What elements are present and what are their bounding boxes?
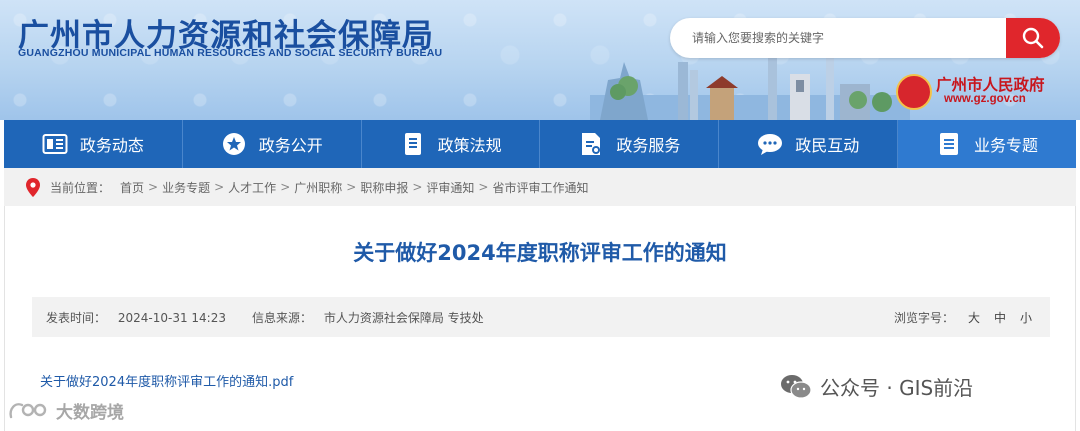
font-size-large-button[interactable]: 大 — [968, 309, 980, 326]
nav-label: 政策法规 — [437, 136, 502, 155]
nav-item-interaction[interactable]: 政民互动 — [719, 120, 899, 168]
nav-label: 政务公开 — [258, 136, 323, 155]
site-header: 广州市人力资源和社会保障局 GUANGZHOU MUNICIPAL HUMAN … — [0, 0, 1080, 120]
font-size-label: 浏览字号： — [893, 310, 954, 325]
national-emblem-icon[interactable] — [896, 74, 932, 110]
font-size-small-button[interactable]: 小 — [1020, 309, 1032, 326]
corner-watermark-text: 大数跨境 — [56, 403, 124, 423]
nav-item-policies[interactable]: 政策法规 — [362, 120, 541, 168]
nav-item-services[interactable]: 政务服务 — [540, 120, 720, 168]
chat-bubble-icon — [757, 131, 783, 157]
star-circle-icon — [221, 131, 247, 157]
breadcrumb-item-talent[interactable]: 人才工作 — [228, 179, 276, 196]
breadcrumb-item-topics[interactable]: 业务专题 — [162, 179, 210, 196]
publish-time-group: 发表时间： 2024-10-31 14:23 — [46, 309, 226, 326]
breadcrumb-separator: > — [214, 180, 225, 194]
breadcrumb-separator: > — [148, 180, 159, 194]
wechat-watermark: 公众号 · GIS前沿 — [780, 372, 973, 401]
nav-item-news[interactable]: 政务动态 — [4, 120, 183, 168]
source-group: 信息来源： 市人力资源社会保障局 专技处 — [252, 309, 484, 326]
search-button[interactable] — [1006, 18, 1060, 58]
search-icon — [1022, 27, 1044, 49]
font-size-medium-button[interactable]: 中 — [994, 309, 1006, 326]
service-doc-icon — [578, 131, 604, 157]
breadcrumb-item-review-notices[interactable]: 评审通知 — [426, 179, 474, 196]
location-pin-icon — [26, 177, 40, 197]
breadcrumb-separator: > — [346, 180, 357, 194]
nav-label: 政民互动 — [795, 136, 860, 155]
breadcrumb-item-gz-titles[interactable]: 广州职称 — [294, 179, 342, 196]
breadcrumb-prefix: 当前位置： — [50, 180, 111, 195]
document-list-icon — [400, 131, 426, 157]
font-size-group: 浏览字号： 大 中 小 — [894, 297, 1032, 337]
source-label: 信息来源： — [251, 310, 312, 325]
article-meta-bar: 发表时间： 2024-10-31 14:23 信息来源： 市人力资源社会保障局 … — [32, 297, 1050, 337]
publish-time-label: 发表时间： — [46, 310, 107, 325]
wechat-icon — [781, 374, 812, 399]
gov-portal-url[interactable]: www.gz.gov.cn — [944, 93, 1026, 105]
article-title: 关于做好2024年度职称评审工作的通知 — [353, 241, 727, 265]
nav-item-disclosure[interactable]: 政务公开 — [183, 120, 362, 168]
publish-time-value: 2024-10-31 14:23 — [117, 310, 226, 325]
topic-doc-icon — [936, 131, 962, 157]
source-value: 市人力资源社会保障局 专技处 — [323, 310, 484, 325]
search-box — [670, 18, 1060, 58]
corner-watermark: 大数跨境 — [8, 398, 124, 423]
search-input[interactable] — [692, 18, 992, 58]
breadcrumb-separator: > — [280, 180, 291, 194]
gov-portal-name[interactable]: 广州市人民政府 — [936, 73, 1045, 95]
breadcrumb-item-current[interactable]: 省市评审工作通知 — [492, 179, 588, 196]
breadcrumb-item-title-application[interactable]: 职称申报 — [360, 179, 408, 196]
main-nav: 政务动态 政务公开 政策法规 政务服务 政民互动 业务专题 — [4, 120, 1076, 168]
breadcrumb-separator: > — [478, 180, 489, 194]
attachment-pdf-link[interactable]: 关于做好2024年度职称评审工作的通知.pdf — [40, 371, 293, 390]
nav-label: 业务专题 — [974, 136, 1039, 155]
nav-label: 政务动态 — [79, 136, 144, 155]
nav-item-topics[interactable]: 业务专题 — [898, 120, 1076, 168]
nav-label: 政务服务 — [616, 136, 681, 155]
watermark-logo-icon — [9, 402, 47, 418]
newspaper-icon — [42, 131, 68, 157]
breadcrumb-item-home[interactable]: 首页 — [120, 179, 144, 196]
breadcrumb: 当前位置： 首页 > 业务专题 > 人才工作 > 广州职称 > 职称申报 > 评… — [4, 168, 1076, 206]
wechat-watermark-text: 公众号 · GIS前沿 — [820, 376, 974, 400]
breadcrumb-separator: > — [412, 180, 423, 194]
site-subtitle: GUANGZHOU MUNICIPAL HUMAN RESOURCES AND … — [18, 47, 443, 59]
